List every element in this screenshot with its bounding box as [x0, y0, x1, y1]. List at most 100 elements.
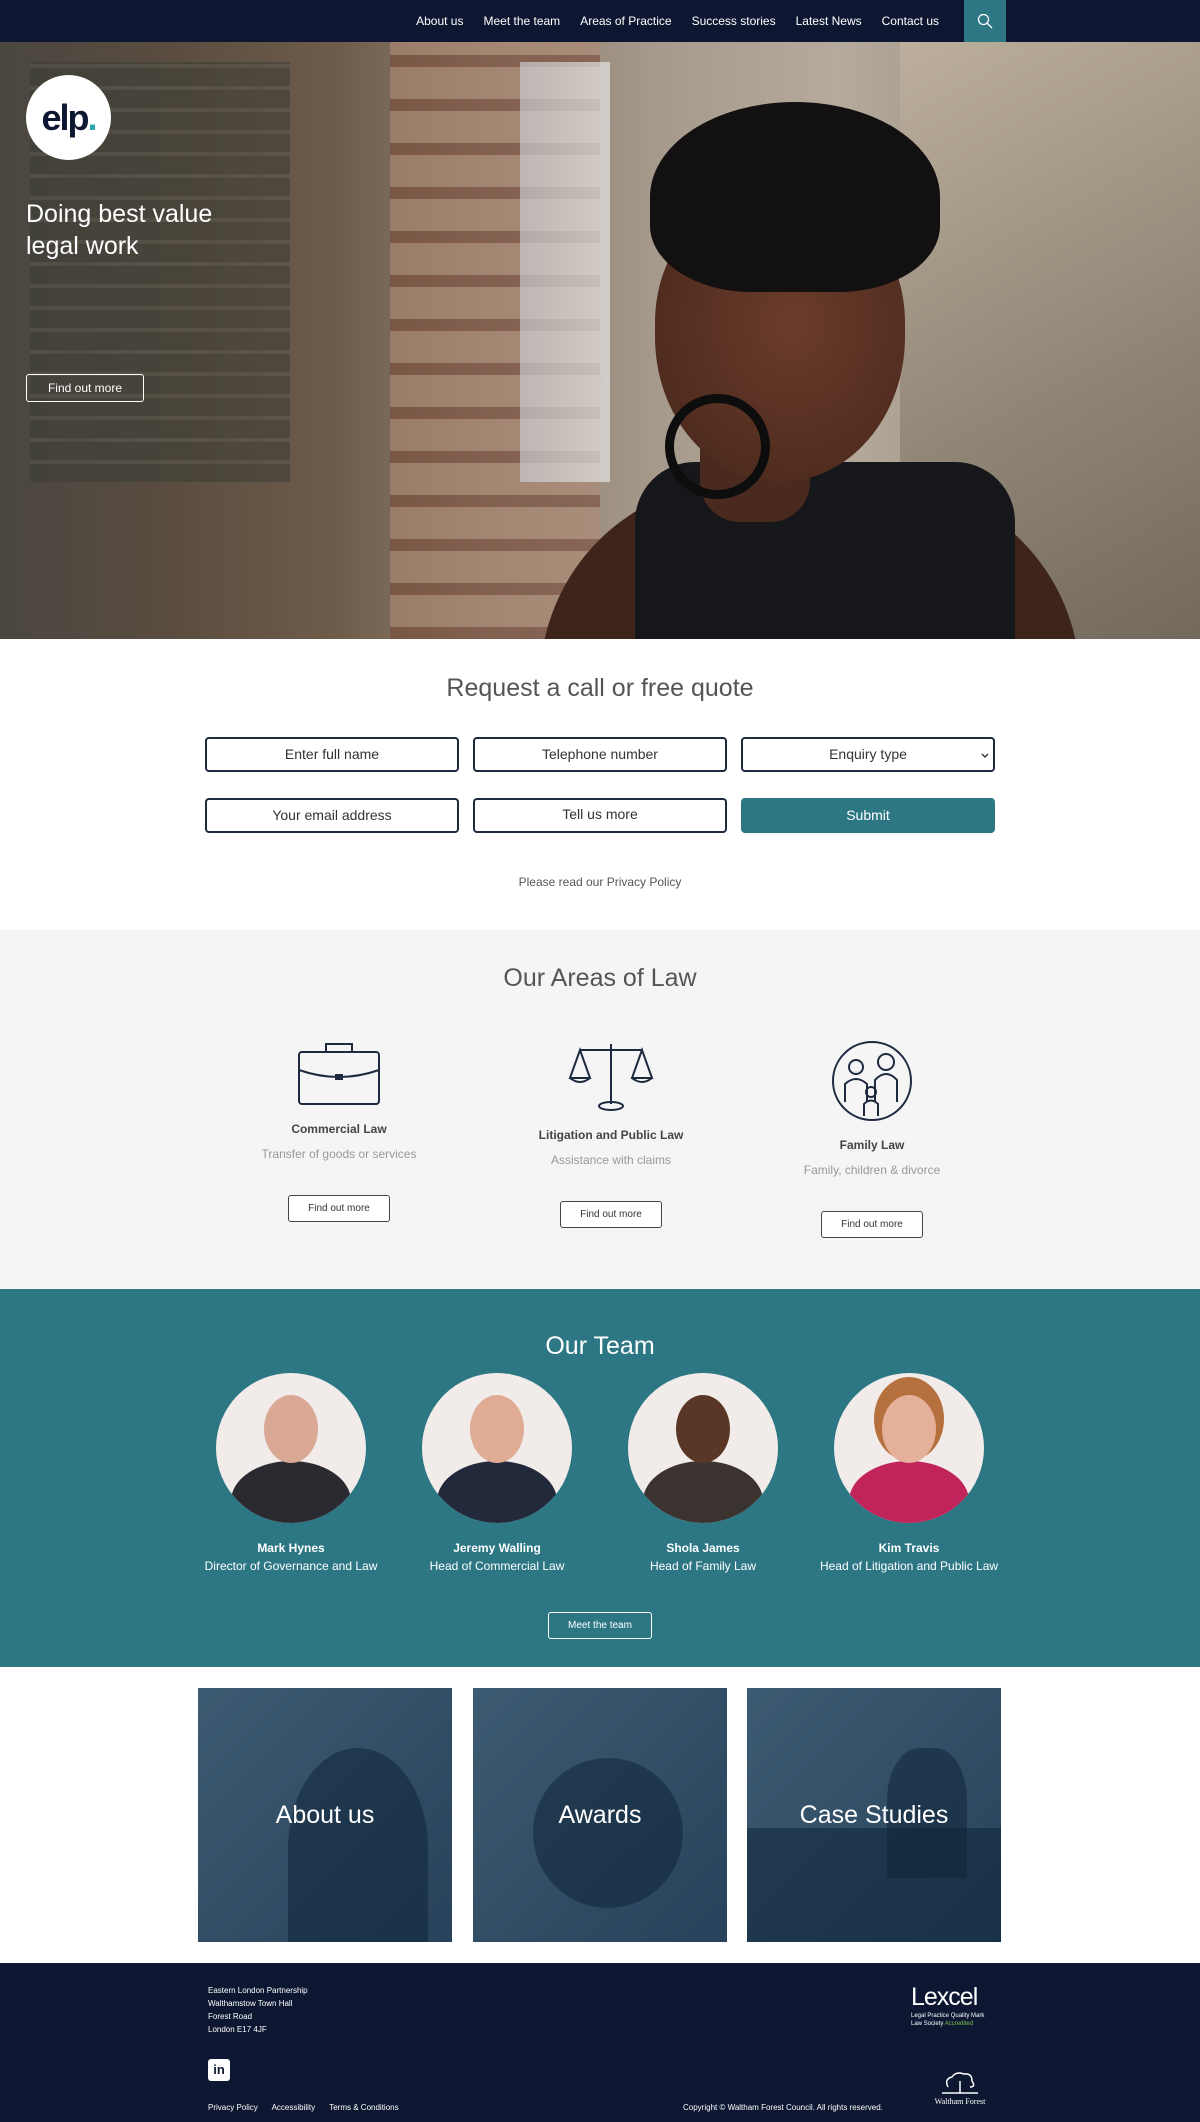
- privacy-prefix: Please read our: [518, 875, 607, 889]
- areas-title: Our Areas of Law: [503, 964, 697, 992]
- hero-figure-earring: [665, 394, 770, 499]
- lexcel-logo: Lexcel Legal Practice Quality Mark Law S…: [911, 1983, 996, 2028]
- member-photo-head: [264, 1395, 318, 1463]
- waltham-forest-logo: Waltham Forest: [920, 2071, 1000, 2106]
- address-line: Eastern London Partnership: [208, 1986, 308, 1995]
- tell-us-more-input[interactable]: Tell us more: [473, 798, 727, 833]
- enquiry-type-value: Enquiry type: [829, 746, 907, 762]
- tile-label: About us: [275, 1800, 375, 1829]
- top-nav: About us Meet the team Areas of Practice…: [0, 0, 1200, 42]
- commercial-find-out-more-button[interactable]: Find out more: [288, 1195, 390, 1222]
- member-name: Mark Hynes: [257, 1541, 325, 1555]
- team-member-card[interactable]: Shola James Head of Family Law: [598, 1373, 808, 1573]
- area-title: Commercial Law: [291, 1122, 387, 1136]
- area-subtitle: Assistance with claims: [550, 1153, 672, 1167]
- lexcel-accredited: Accredited: [944, 2021, 974, 2027]
- lexcel-line2: Law Society: [911, 2021, 945, 2027]
- area-title: Family Law: [839, 1138, 905, 1152]
- member-photo-head: [676, 1395, 730, 1463]
- address-line: Forest Road: [208, 2012, 253, 2021]
- search-button[interactable]: [964, 0, 1006, 42]
- nav-areas-of-practice[interactable]: Areas of Practice: [580, 0, 671, 42]
- meet-the-team-button[interactable]: Meet the team: [548, 1612, 652, 1639]
- quote-title: Request a call or free quote: [446, 674, 754, 702]
- footer-privacy-link[interactable]: Privacy Policy: [208, 2103, 258, 2112]
- enquiry-type-select[interactable]: Enquiry type: [741, 737, 995, 772]
- tile-label: Case Studies: [799, 1800, 949, 1829]
- member-photo: [834, 1373, 984, 1523]
- feature-tiles: About us Awards Case Studies: [0, 1667, 1200, 1963]
- tile-awards[interactable]: Awards: [473, 1688, 727, 1942]
- team-member-card[interactable]: Kim Travis Head of Litigation and Public…: [804, 1373, 1014, 1573]
- member-name: Shola James: [666, 1541, 740, 1555]
- briefcase-icon: [298, 1043, 380, 1105]
- scales-icon: [568, 1044, 654, 1111]
- email-input[interactable]: Your email address: [205, 798, 459, 833]
- area-commercial-law: Commercial Law Transfer of goods or serv…: [219, 1040, 459, 1222]
- family-find-out-more-button[interactable]: Find out more: [821, 1211, 923, 1238]
- logo-dot: .: [87, 96, 98, 138]
- logo-text: elp: [41, 96, 89, 138]
- address-line: Walthamstow Town Hall: [208, 1999, 293, 2008]
- hero-find-out-more-button[interactable]: Find out more: [26, 374, 144, 402]
- areas-of-law-section: Our Areas of Law Commercial Law Transfer…: [0, 930, 1200, 1289]
- member-role: Head of Commercial Law: [429, 1559, 565, 1573]
- member-role: Director of Governance and Law: [204, 1559, 378, 1573]
- area-subtitle: Family, children & divorce: [803, 1163, 941, 1177]
- council-name: Waltham Forest: [934, 2097, 986, 2106]
- submit-button[interactable]: Submit: [741, 798, 995, 833]
- member-photo-head: [470, 1395, 524, 1463]
- search-icon: [977, 13, 993, 29]
- footer-links: Privacy Policy Accessibility Terms & Con…: [208, 2103, 411, 2112]
- member-role: Head of Litigation and Public Law: [819, 1559, 999, 1573]
- footer: Eastern London Partnership Walthamstow T…: [0, 1963, 1200, 2122]
- member-name: Jeremy Walling: [453, 1541, 541, 1555]
- lexcel-line1: Legal Practice Quality Mark: [911, 2013, 985, 2019]
- nav-about-us[interactable]: About us: [416, 0, 463, 42]
- hero-background-pane: [520, 62, 610, 482]
- area-subtitle: Transfer of goods or services: [261, 1147, 417, 1161]
- team-member-card[interactable]: Jeremy Walling Head of Commercial Law: [392, 1373, 602, 1573]
- quote-section: Request a call or free quote Enter full …: [0, 639, 1200, 930]
- elp-logo[interactable]: elp.: [26, 75, 111, 160]
- footer-accessibility-link[interactable]: Accessibility: [272, 2103, 316, 2112]
- hero-figure-hair: [650, 102, 940, 292]
- tile-about-us[interactable]: About us: [198, 1688, 452, 1942]
- lexcel-name: Lexcel: [911, 1983, 978, 2011]
- member-photo: [422, 1373, 572, 1523]
- telephone-input[interactable]: Telephone number: [473, 737, 727, 772]
- our-team-section: Our Team Mark Hynes Director of Governan…: [0, 1289, 1200, 1667]
- footer-address: Eastern London Partnership Walthamstow T…: [208, 1984, 308, 2036]
- member-photo-body: [849, 1461, 969, 1523]
- nav-success-stories[interactable]: Success stories: [692, 0, 776, 42]
- chevron-down-icon: [981, 753, 989, 758]
- team-title: Our Team: [545, 1332, 655, 1360]
- privacy-policy-link[interactable]: Privacy Policy: [607, 875, 682, 889]
- member-role: Head of Family Law: [649, 1559, 757, 1573]
- nav-meet-the-team[interactable]: Meet the team: [483, 0, 560, 42]
- linkedin-icon[interactable]: in: [208, 2059, 230, 2081]
- footer-terms-link[interactable]: Terms & Conditions: [329, 2103, 398, 2112]
- full-name-input[interactable]: Enter full name: [205, 737, 459, 772]
- tile-image-figure: [533, 1758, 683, 1908]
- member-photo-body: [231, 1461, 351, 1523]
- member-name: Kim Travis: [878, 1541, 940, 1555]
- litigation-find-out-more-button[interactable]: Find out more: [560, 1201, 662, 1228]
- member-photo: [216, 1373, 366, 1523]
- member-photo-head: [882, 1395, 936, 1463]
- tile-image-figure: [288, 1748, 428, 1942]
- nav-contact-us[interactable]: Contact us: [882, 0, 939, 42]
- family-icon: [832, 1041, 912, 1121]
- copyright: Copyright © Waltham Forest Council. All …: [683, 2103, 883, 2112]
- area-family-law: Family Law Family, children & divorce Fi…: [752, 1040, 992, 1238]
- area-litigation-public-law: Litigation and Public Law Assistance wit…: [491, 1040, 731, 1228]
- tile-label: Awards: [558, 1800, 642, 1829]
- member-photo-body: [437, 1461, 557, 1523]
- team-member-card[interactable]: Mark Hynes Director of Governance and La…: [186, 1373, 396, 1573]
- tree-icon: [942, 2072, 978, 2094]
- nav-latest-news[interactable]: Latest News: [796, 0, 862, 42]
- member-photo-body: [643, 1461, 763, 1523]
- tile-case-studies[interactable]: Case Studies: [747, 1688, 1001, 1942]
- area-title: Litigation and Public Law: [538, 1128, 684, 1142]
- privacy-note: Please read our Privacy Policy: [0, 875, 1200, 889]
